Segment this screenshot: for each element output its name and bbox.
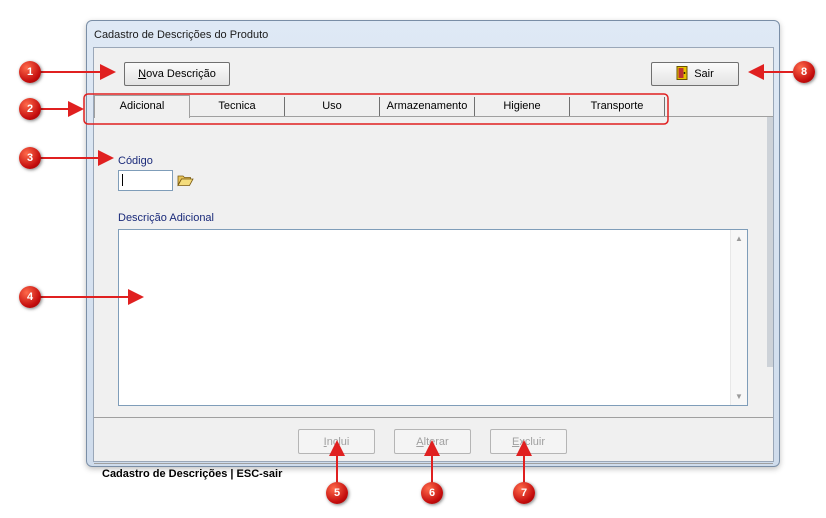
marker-1: 1 xyxy=(19,61,41,83)
marker-3: 3 xyxy=(19,147,41,169)
annotation-overlay xyxy=(40,64,793,483)
marker-2: 2 xyxy=(19,98,41,120)
marker-7: 7 xyxy=(513,482,535,504)
tabs-highlight xyxy=(83,93,669,125)
marker-6: 6 xyxy=(421,482,443,504)
marker-4: 4 xyxy=(19,286,41,308)
marker-8: 8 xyxy=(793,61,815,83)
marker-5: 5 xyxy=(326,482,348,504)
